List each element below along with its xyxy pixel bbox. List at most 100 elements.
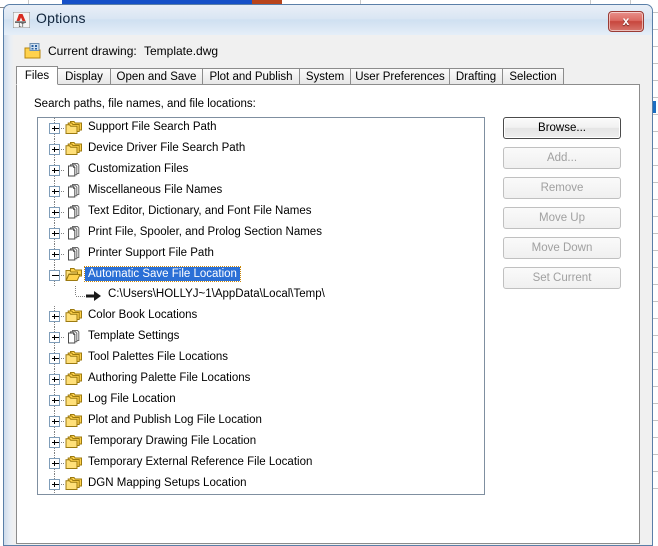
file-stack-icon xyxy=(65,204,84,221)
current-drawing-value: Template.dwg xyxy=(144,44,219,58)
titlebar[interactable]: LT Options x xyxy=(4,5,652,35)
tree-node-label[interactable]: Color Book Locations xyxy=(88,309,197,321)
browse-button[interactable]: Browse... xyxy=(503,117,621,139)
tree-node[interactable]: Template Settings xyxy=(38,327,484,348)
tab-selection[interactable]: Selection xyxy=(502,68,564,85)
close-icon: x xyxy=(622,14,630,28)
folder-stack-icon xyxy=(65,371,84,388)
arrow-icon xyxy=(86,290,102,302)
tree-expand-icon[interactable] xyxy=(49,374,60,385)
tree-expand-icon[interactable] xyxy=(49,165,60,176)
tree-expand-icon[interactable] xyxy=(49,228,60,239)
tree-node-label[interactable]: Automatic Save File Location xyxy=(84,266,241,282)
tab-user-preferences[interactable]: User Preferences xyxy=(350,68,450,85)
tree-expand-icon[interactable] xyxy=(49,186,60,197)
tree-node-label[interactable]: Template Settings xyxy=(88,330,179,342)
tree-expand-icon[interactable] xyxy=(49,437,60,448)
file-stack-icon xyxy=(65,225,84,242)
tree-expand-icon[interactable] xyxy=(49,353,60,364)
drawing-icon xyxy=(24,43,42,60)
tree-expand-icon[interactable] xyxy=(49,311,60,322)
tree-expand-icon[interactable] xyxy=(49,144,60,155)
folder-stack-icon xyxy=(65,141,84,158)
tree-node-label[interactable]: Print File, Spooler, and Prolog Section … xyxy=(88,226,322,238)
tree-node[interactable]: Temporary External Reference File Locati… xyxy=(38,453,484,474)
tab-bar: Files Display Open and Save Plot and Publis… xyxy=(16,66,640,85)
tab-drafting[interactable]: Drafting xyxy=(449,68,503,85)
tree-node-label[interactable]: Log File Location xyxy=(88,393,176,405)
tree-node-label[interactable]: Temporary Drawing File Location xyxy=(88,435,256,447)
file-stack-icon xyxy=(65,329,84,346)
tree-node[interactable]: Automatic Save File Location xyxy=(38,265,484,286)
tab-panel-files: Search paths, file names, and file locat… xyxy=(16,84,640,544)
tree-node[interactable]: DGN Mapping Setups Location xyxy=(38,474,484,494)
tree-node[interactable]: Print File, Spooler, and Prolog Section … xyxy=(38,223,484,244)
tree-expand-icon[interactable] xyxy=(49,249,60,260)
options-dialog: LT Options x Current drawing: Template.d… xyxy=(3,4,653,546)
file-stack-icon xyxy=(65,246,84,263)
tree-node[interactable]: Device Driver File Search Path xyxy=(38,139,484,160)
folder-stack-icon xyxy=(65,392,84,409)
close-button[interactable]: x xyxy=(608,11,644,32)
tree-collapse-icon[interactable] xyxy=(49,270,60,281)
tab-files[interactable]: Files xyxy=(16,66,58,85)
tree-node[interactable]: Color Book Locations xyxy=(38,306,484,327)
panel-title: Search paths, file names, and file locat… xyxy=(34,98,256,110)
folder-stack-icon xyxy=(65,434,84,451)
remove-button: Remove xyxy=(503,177,621,199)
tab-display[interactable]: Display xyxy=(57,68,111,85)
tree-node[interactable]: Text Editor, Dictionary, and Font File N… xyxy=(38,202,484,223)
tree-node-label[interactable]: Authoring Palette File Locations xyxy=(88,372,250,384)
tree-node-label[interactable]: Text Editor, Dictionary, and Font File N… xyxy=(88,205,312,217)
folder-stack-icon xyxy=(65,476,84,493)
set-current-button: Set Current xyxy=(503,267,621,289)
move-up-button: Move Up xyxy=(503,207,621,229)
tree-node[interactable]: Plot and Publish Log File Location xyxy=(38,411,484,432)
tree-node-label[interactable]: Support File Search Path xyxy=(88,121,217,133)
tree-expand-icon[interactable] xyxy=(49,416,60,427)
add-button: Add... xyxy=(503,147,621,169)
tree-expand-icon[interactable] xyxy=(49,458,60,469)
autocad-lt-icon: LT xyxy=(13,12,30,28)
tree-node-label[interactable]: Temporary External Reference File Locati… xyxy=(88,456,312,468)
tree-expand-icon[interactable] xyxy=(49,395,60,406)
tab-plot-and-publish[interactable]: Plot and Publish xyxy=(202,68,300,85)
tree-expand-icon[interactable] xyxy=(49,123,60,134)
tab-system[interactable]: System xyxy=(299,68,351,85)
file-stack-icon xyxy=(65,162,84,179)
tree-node-label[interactable]: Miscellaneous File Names xyxy=(88,184,222,196)
tree-expand-icon[interactable] xyxy=(49,207,60,218)
tree-node[interactable]: Customization Files xyxy=(38,160,484,181)
current-drawing-label: Current drawing: xyxy=(48,44,137,58)
tree-node-label[interactable]: Device Driver File Search Path xyxy=(88,142,245,154)
tree-node-label[interactable]: Plot and Publish Log File Location xyxy=(88,414,262,426)
folder-stack-icon xyxy=(65,413,84,430)
tree-node-label[interactable]: Customization Files xyxy=(88,163,188,175)
action-button-column: Browse... Add... Remove Move Up Move Down Set… xyxy=(503,117,623,297)
tree-node-label[interactable]: Tool Palettes File Locations xyxy=(88,351,228,363)
folder-stack-icon xyxy=(65,308,84,325)
tree-expand-icon[interactable] xyxy=(49,332,60,343)
folder-open-icon xyxy=(65,267,84,284)
window-title: Options xyxy=(36,10,86,26)
tree-node[interactable]: Log File Location xyxy=(38,390,484,411)
folder-stack-icon xyxy=(65,350,84,367)
tree-node[interactable]: Tool Palettes File Locations xyxy=(38,348,484,369)
tree-node[interactable]: Authoring Palette File Locations xyxy=(38,369,484,390)
tree-node-label[interactable]: DGN Mapping Setups Location xyxy=(88,477,247,489)
svg-text:LT: LT xyxy=(18,23,25,28)
tree-child-path[interactable]: C:\Users\HOLLYJ~1\AppData\Local\Temp\ xyxy=(108,288,325,300)
tree-node-label[interactable]: Printer Support File Path xyxy=(88,247,214,259)
folder-stack-icon xyxy=(65,455,84,472)
folder-stack-icon xyxy=(65,120,84,137)
tree-node[interactable]: Support File Search Path xyxy=(38,118,484,139)
file-locations-tree[interactable]: Support File Search Path Device Driver F… xyxy=(37,117,485,495)
tab-open-and-save[interactable]: Open and Save xyxy=(110,68,203,85)
move-down-button: Move Down xyxy=(503,237,621,259)
file-stack-icon xyxy=(65,183,84,200)
tree-node[interactable]: Miscellaneous File Names xyxy=(38,181,484,202)
tree-child-row[interactable]: C:\Users\HOLLYJ~1\AppData\Local\Temp\ xyxy=(38,286,484,306)
tree-node[interactable]: Printer Support File Path xyxy=(38,244,484,265)
tree-node[interactable]: Temporary Drawing File Location xyxy=(38,432,484,453)
tree-expand-icon[interactable] xyxy=(49,479,60,490)
